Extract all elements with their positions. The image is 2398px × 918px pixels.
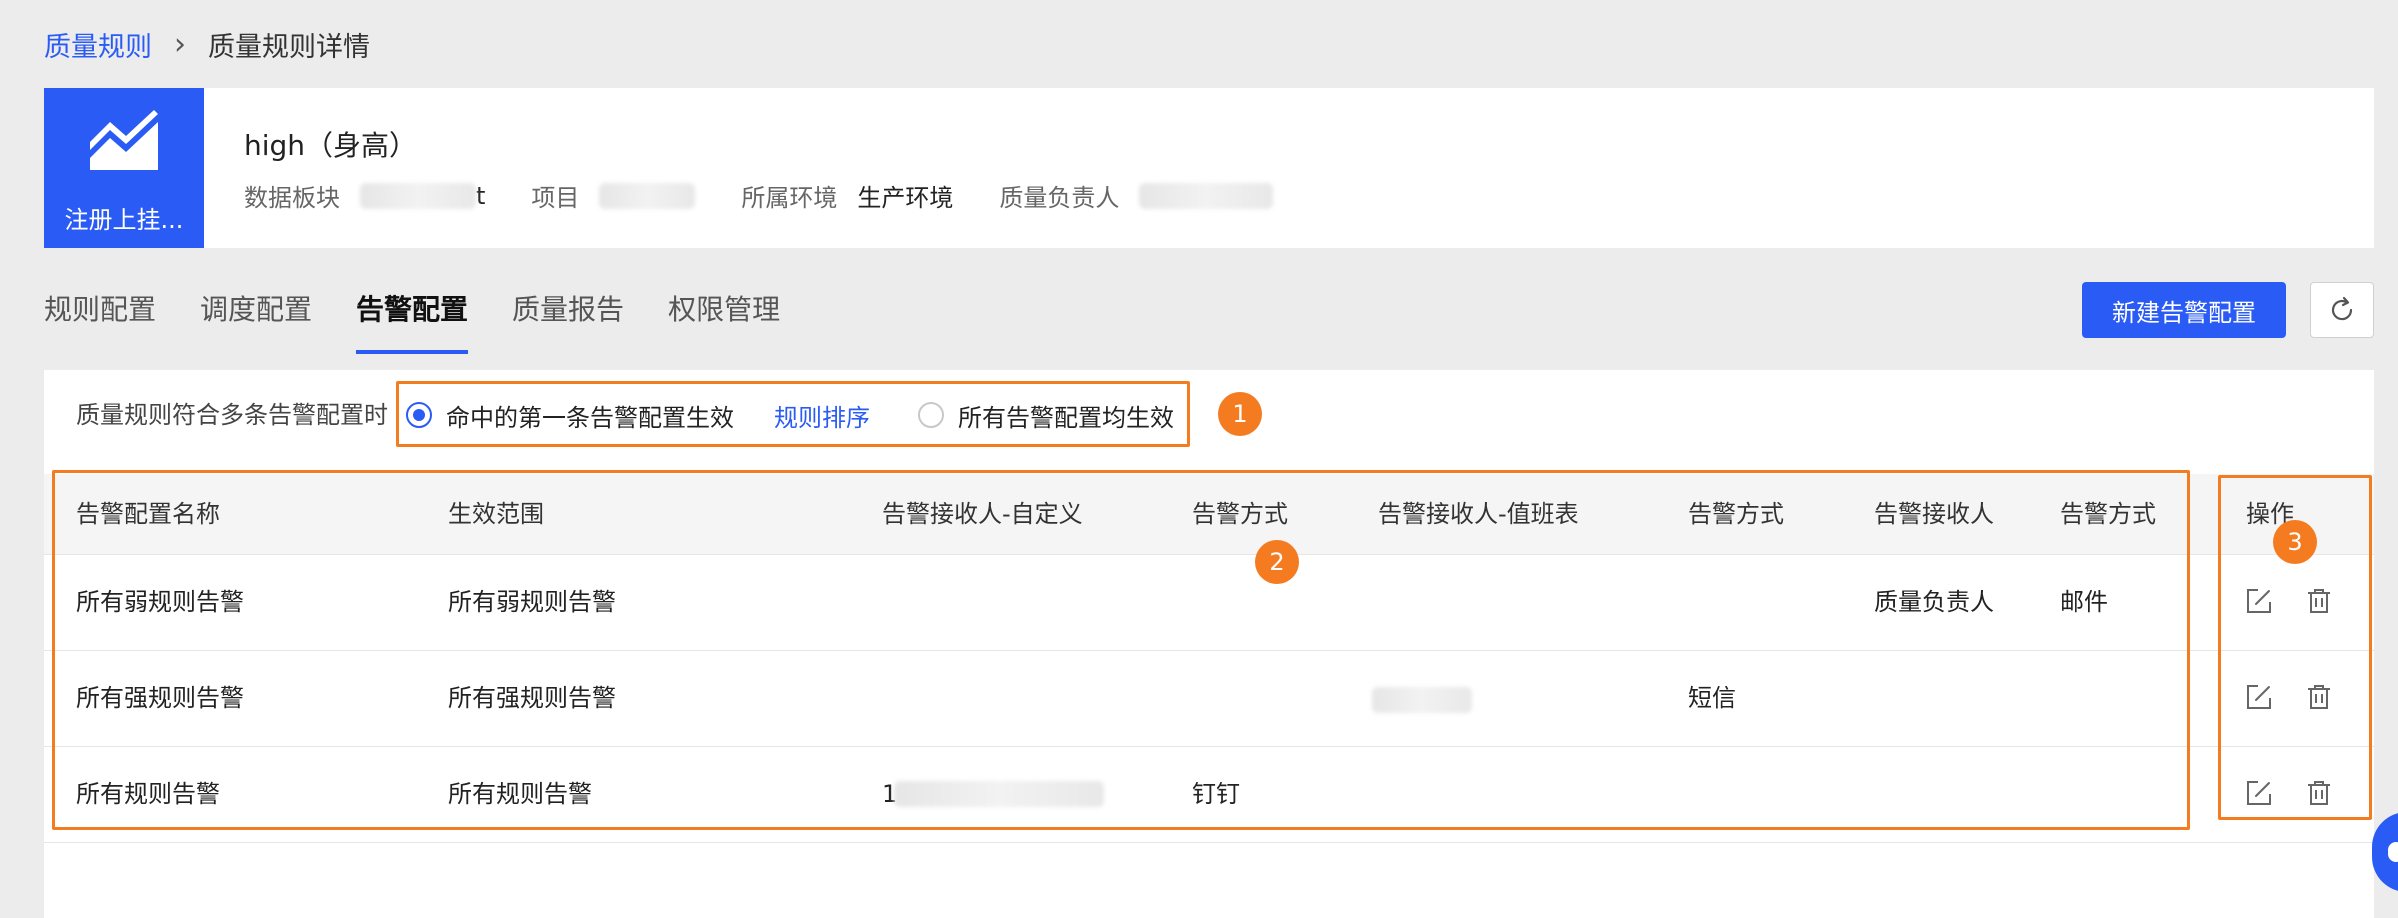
meta-project: 项目 — [531, 178, 696, 213]
breadcrumb-separator-icon: › — [174, 26, 186, 62]
meta-label: 项目 — [531, 184, 580, 212]
radio-first-match[interactable] — [406, 402, 432, 428]
tab-schedule-config[interactable]: 调度配置 — [200, 278, 312, 354]
alert-mode-radio-group: 命中的第一条告警配置生效 规则排序 所有告警配置均生效 — [406, 398, 1174, 433]
chart-line-icon — [90, 110, 158, 170]
breadcrumb-parent-link[interactable]: 质量规则 — [44, 25, 152, 64]
meta-value: 生产环境 — [857, 184, 954, 212]
meta-label: 所属环境 — [741, 184, 838, 212]
blurred-value — [599, 182, 696, 209]
rule-sort-link[interactable]: 规则排序 — [774, 398, 870, 433]
tab-bar: 规则配置 调度配置 告警配置 质量报告 权限管理 — [44, 278, 824, 354]
annotation-badge-2: 2 — [1255, 540, 1299, 584]
meta-environment: 所属环境 生产环境 — [741, 178, 953, 213]
tab-permission[interactable]: 权限管理 — [668, 278, 780, 354]
meta-value: t — [476, 181, 486, 210]
blurred-value — [360, 182, 476, 209]
radio-first-match-label[interactable]: 命中的第一条告警配置生效 — [446, 398, 734, 433]
rule-logo-label: 注册上挂... — [64, 206, 184, 234]
new-alert-config-button[interactable]: 新建告警配置 — [2082, 282, 2286, 338]
blurred-value — [1139, 182, 1274, 209]
rule-title: high（身高） — [244, 129, 418, 162]
radio-all-effective-label[interactable]: 所有告警配置均生效 — [958, 398, 1174, 433]
annotation-badge-1: 1 — [1218, 392, 1262, 436]
radio-all-effective[interactable] — [918, 402, 944, 428]
refresh-icon — [2331, 296, 2353, 321]
multi-alert-label: 质量规则符合多条告警配置时 — [76, 401, 388, 429]
tab-quality-report[interactable]: 质量报告 — [512, 278, 624, 354]
meta-label: 数据板块 — [244, 184, 340, 212]
chat-float-button[interactable] — [2372, 812, 2398, 892]
breadcrumb-current: 质量规则详情 — [208, 31, 370, 63]
refresh-button[interactable] — [2310, 282, 2374, 338]
meta-data-block: 数据板块 t — [244, 178, 485, 213]
rule-meta: 数据板块 t 项目 所属环境 生产环境 质量负责人 — [244, 178, 1319, 213]
tab-alert-config[interactable]: 告警配置 — [356, 278, 469, 354]
annotation-box-2 — [52, 470, 2190, 830]
tab-rule-config[interactable]: 规则配置 — [44, 278, 156, 354]
annotation-badge-3: 3 — [2273, 520, 2317, 564]
rule-header-card: 注册上挂... high（身高） 数据板块 t 项目 所属环境 生产环境 质量负… — [44, 88, 2374, 248]
meta-label: 质量负责人 — [999, 184, 1120, 212]
row-divider — [44, 842, 2374, 843]
meta-owner: 质量负责人 — [999, 178, 1274, 213]
breadcrumb: 质量规则 › 质量规则详情 — [44, 24, 370, 64]
rule-logo: 注册上挂... — [44, 88, 204, 248]
